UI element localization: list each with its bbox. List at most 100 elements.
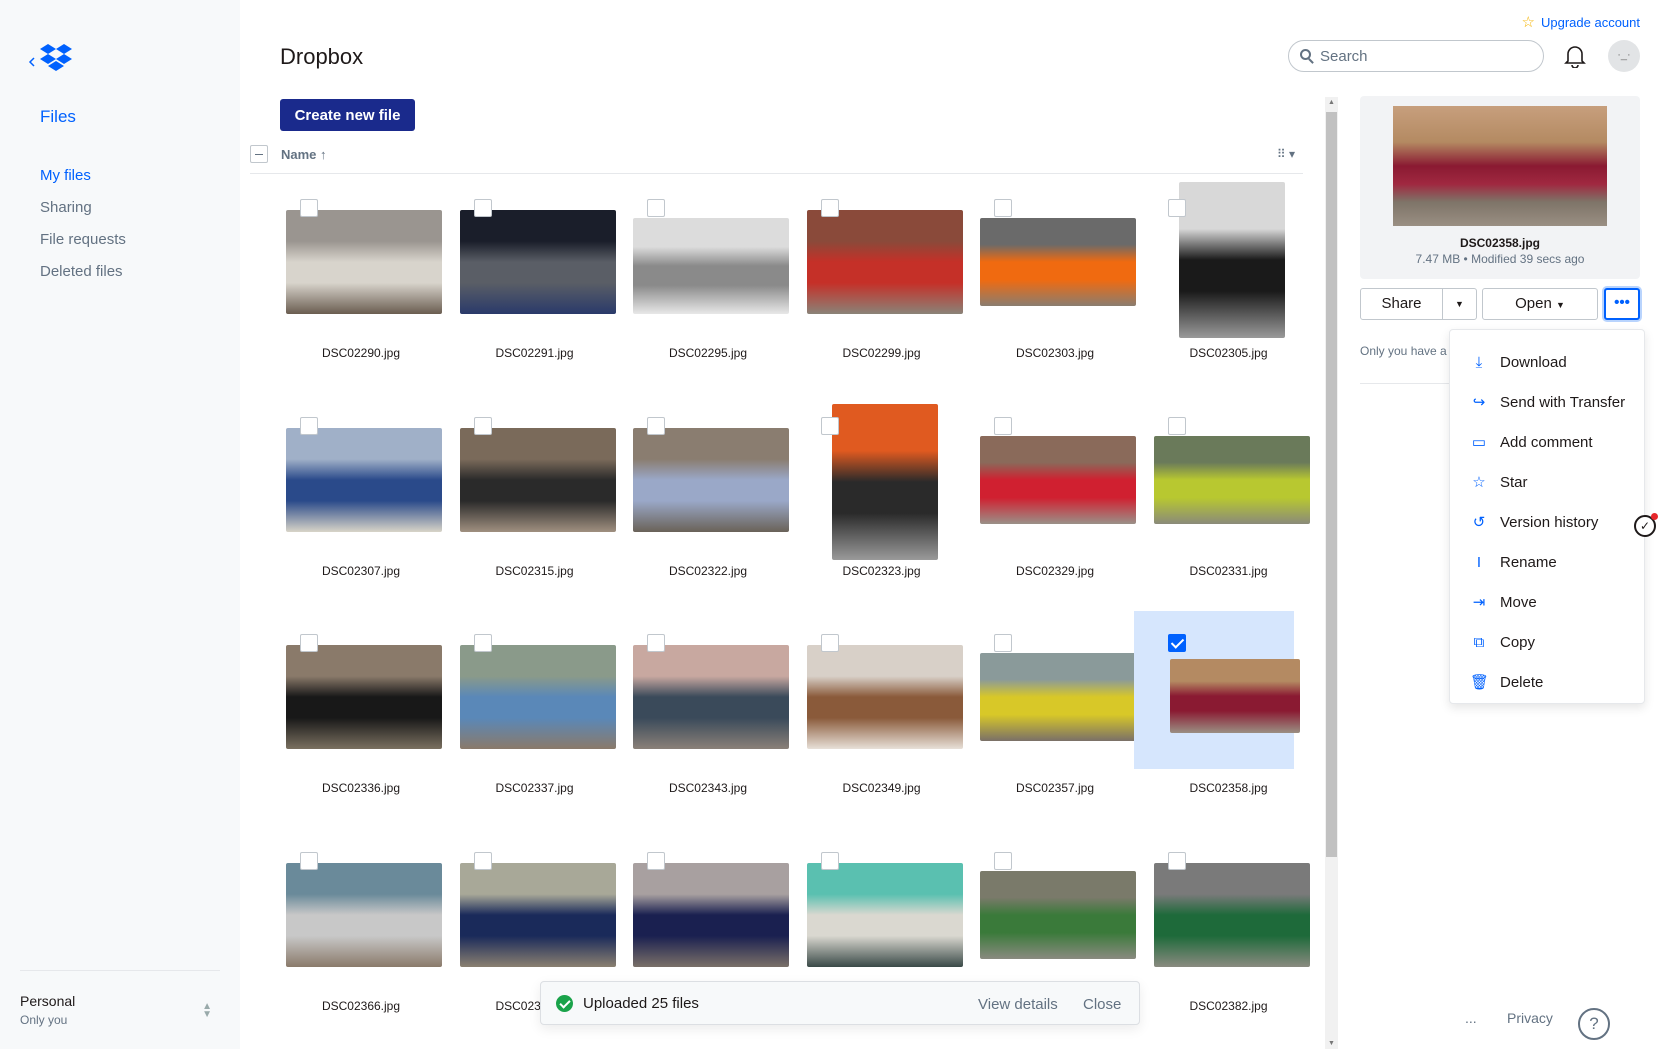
file-name[interactable]: DSC02290.jpg [276,346,446,360]
file-name[interactable]: DSC02331.jpg [1144,564,1314,578]
grid-view-icon[interactable]: ⠿ ▾ [1277,147,1295,161]
file-thumbnail[interactable] [459,210,616,314]
menu-item-add-comment[interactable]: ▭ Add comment [1450,422,1644,462]
file-thumbnail[interactable] [286,210,442,314]
menu-item-move[interactable]: ⇥ Move [1450,582,1644,622]
file-name[interactable]: DSC02299.jpg [797,346,967,360]
file-card[interactable]: DSC02337.jpg [450,615,620,825]
open-button[interactable]: Open ▼ [1482,288,1598,320]
select-all-checkbox[interactable] [250,145,268,163]
file-card[interactable]: DSC02291.jpg [450,180,620,390]
file-name[interactable]: DSC02382.jpg [1144,999,1314,1013]
scroll-up-icon[interactable]: ▲ [1328,99,1335,106]
dropbox-logo[interactable] [28,40,78,74]
scrollbar-thumb[interactable] [1326,112,1337,857]
file-card[interactable]: DSC02358.jpg [1133,611,1314,825]
file-name[interactable]: DSC02295.jpg [623,346,793,360]
file-card[interactable]: DSC02290.jpg [276,180,446,390]
menu-item-version-history[interactable]: ↺ Version history [1450,502,1644,542]
file-thumbnail[interactable] [459,862,616,967]
file-checkbox[interactable] [820,416,839,435]
toast-close-button[interactable]: Close [1083,996,1121,1013]
file-thumbnail[interactable] [1153,862,1310,967]
file-checkbox[interactable] [473,634,492,652]
share-button[interactable]: Share [1360,288,1443,320]
file-checkbox[interactable] [300,851,318,870]
file-checkbox[interactable] [647,634,665,652]
file-thumbnail[interactable] [1178,182,1285,338]
file-thumbnail[interactable] [1153,435,1310,524]
file-card[interactable]: DSC02343.jpg [623,615,793,825]
file-thumbnail[interactable] [459,427,616,532]
file-card[interactable]: DSC02323.jpg [797,398,967,608]
file-card[interactable]: DSC02295.jpg [623,180,793,390]
menu-item-star[interactable]: ☆ Star [1450,462,1644,502]
file-checkbox[interactable] [994,199,1012,217]
file-name[interactable]: DSC02303.jpg [970,346,1140,360]
file-name[interactable]: DSC02343.jpg [623,781,793,795]
file-checkbox[interactable] [1167,416,1186,435]
file-name[interactable]: DSC02307.jpg [276,564,446,578]
file-thumbnail[interactable] [806,862,963,967]
sidebar-item-sharing[interactable]: Sharing [40,198,126,230]
share-dropdown-button[interactable]: ▼ [1442,288,1477,320]
file-thumbnail[interactable] [1169,659,1300,733]
file-card[interactable]: DSC02357.jpg [970,615,1140,825]
file-checkbox[interactable] [300,199,318,217]
file-card[interactable]: DSC02303.jpg [970,180,1140,390]
file-card[interactable]: DSC02366.jpg [276,833,446,1043]
bell-icon[interactable] [1564,44,1586,68]
file-card[interactable]: DSC02299.jpg [797,180,967,390]
file-thumbnail[interactable] [806,210,963,314]
sidebar-item-deleted-files[interactable]: Deleted files [40,262,126,294]
scroll-down-icon[interactable]: ▼ [1328,1040,1335,1047]
file-thumbnail[interactable] [633,427,789,532]
file-checkbox[interactable] [994,851,1012,870]
file-checkbox[interactable] [647,416,665,435]
file-checkbox[interactable] [473,851,492,870]
file-card[interactable]: DSC02382.jpg [1144,833,1314,1043]
footer-more-button[interactable]: ... [1465,1010,1477,1026]
file-thumbnail[interactable] [459,645,616,749]
file-checkbox[interactable] [820,199,839,217]
more-actions-button[interactable]: ••• [1604,288,1640,320]
file-card[interactable]: DSC02331.jpg [1144,398,1314,608]
file-thumbnail[interactable] [980,653,1136,741]
checklist-icon[interactable]: ✓ [1634,513,1658,537]
file-checkbox[interactable] [473,416,492,435]
file-name[interactable]: DSC02357.jpg [970,781,1140,795]
menu-item-copy[interactable]: ⧉ Copy [1450,622,1644,662]
scrollbar[interactable]: ▲ ▼ [1325,97,1338,1049]
file-name[interactable]: DSC02322.jpg [623,564,793,578]
sidebar-item-my-files[interactable]: My files [40,166,126,198]
file-name[interactable]: DSC02315.jpg [450,564,620,578]
menu-item-send-with-transfer[interactable]: ↪ Send with Transfer [1450,382,1644,422]
file-name[interactable]: DSC02358.jpg [1144,781,1314,795]
file-thumbnail[interactable] [633,862,789,967]
avatar[interactable]: ·_· [1608,40,1640,72]
file-name[interactable]: DSC02291.jpg [450,346,620,360]
file-card[interactable]: DSC02305.jpg [1144,180,1314,390]
sidebar-item-file-requests[interactable]: File requests [40,230,126,262]
file-thumbnail[interactable] [806,645,963,749]
file-checkbox[interactable] [820,851,839,870]
help-button[interactable]: ? [1578,1008,1610,1040]
file-checkbox[interactable] [994,634,1012,652]
file-thumbnail[interactable] [980,435,1136,524]
file-thumbnail[interactable] [633,218,789,314]
files-heading[interactable]: Files [40,107,76,127]
file-checkbox[interactable] [1167,851,1186,870]
file-name[interactable]: DSC02329.jpg [970,564,1140,578]
file-checkbox[interactable] [994,416,1012,435]
file-thumbnail[interactable] [980,218,1136,306]
file-checkbox[interactable] [1167,199,1186,217]
file-checkbox[interactable] [820,634,839,652]
file-checkbox[interactable] [473,199,492,217]
file-thumbnail[interactable] [286,427,442,532]
file-checkbox[interactable] [647,851,665,870]
name-column-sort[interactable]: Name ↑ [281,147,327,162]
file-thumbnail[interactable] [286,862,442,967]
file-name[interactable]: DSC02349.jpg [797,781,967,795]
file-name[interactable]: DSC02366.jpg [276,999,446,1013]
file-card[interactable]: DSC02349.jpg [797,615,967,825]
